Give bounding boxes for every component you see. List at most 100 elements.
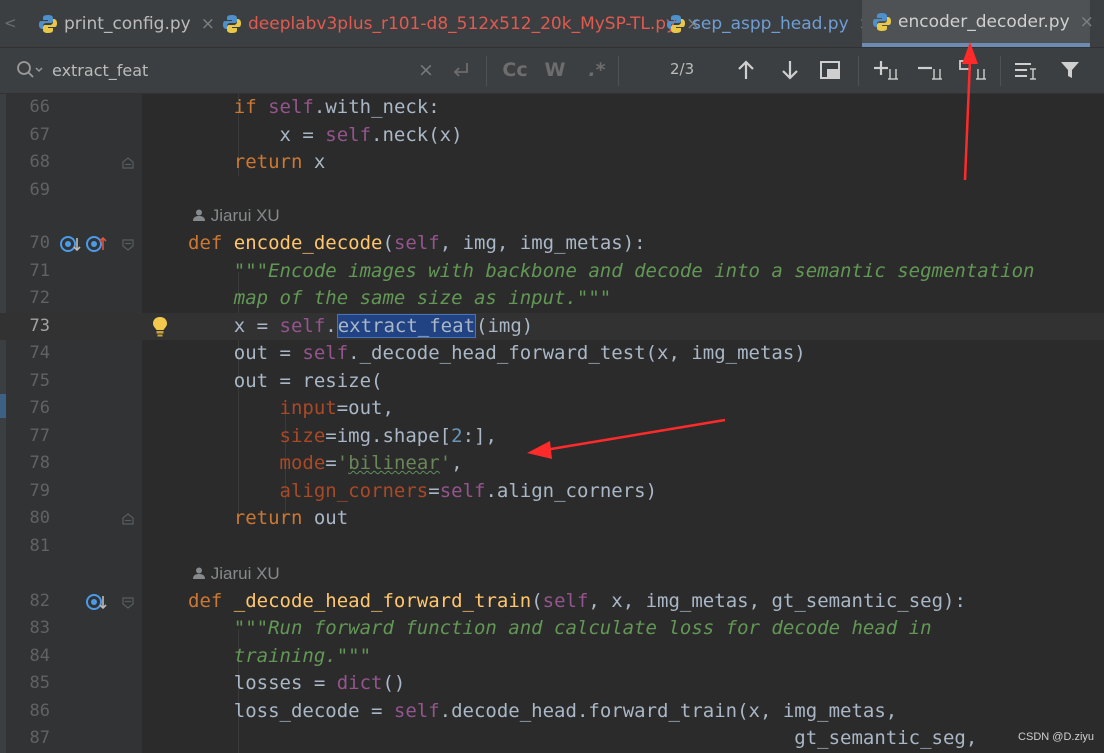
code-line-83: 83 """Run forward function and calculate… xyxy=(0,615,1104,643)
code-text: def encode_decode(self, img, img_metas): xyxy=(188,232,646,254)
line-number: 81 xyxy=(29,535,50,556)
code-text: out = resize( xyxy=(188,369,383,392)
close-tab-icon[interactable]: × xyxy=(201,14,215,34)
find-bar: × Cc W .* 2/3 xyxy=(0,48,1104,94)
line-number: 66 xyxy=(29,97,50,117)
match-count: 2/3 xyxy=(670,60,695,78)
code-line-80: 80 return out xyxy=(0,505,1104,533)
code-line-66: 66 if self.with_neck: xyxy=(0,94,1104,122)
code-line-78: 78 mode='bilinear', xyxy=(0,450,1104,478)
user-icon xyxy=(192,206,211,225)
search-field: × xyxy=(0,48,482,93)
code-text: return x xyxy=(233,151,326,173)
select-all-occurrences-icon[interactable] xyxy=(958,57,990,83)
previous-occurrence-icon[interactable] xyxy=(732,57,760,83)
line-number: 78 xyxy=(29,453,50,473)
code-text: x = self.extract_feat(img) xyxy=(188,313,534,338)
code-line-86: 86 loss_decode = self.decode_head.forwar… xyxy=(0,698,1104,726)
line-number: 73 xyxy=(29,315,50,336)
tab-label: encoder_decoder.py xyxy=(898,11,1070,32)
code-line-74: 74 out = self._decode_head_forward_test(… xyxy=(0,340,1104,368)
code-text: x = self.neck(x) xyxy=(188,123,463,146)
code-text: loss_decode = self.decode_head.forward_t… xyxy=(188,699,898,722)
code-text: def _decode_head_forward_train(self, x, … xyxy=(188,589,966,612)
code-line-82: 82 def _decode_head_forward_train(self, … xyxy=(0,588,1104,616)
line-number: 83 xyxy=(29,618,50,638)
code-text: return out xyxy=(233,507,349,529)
line-number: 75 xyxy=(29,370,50,391)
fold-end-icon[interactable] xyxy=(121,511,135,525)
line-number: 84 xyxy=(29,645,50,666)
tab-encoder-decoder[interactable]: encoder_decoder.py × xyxy=(862,0,1094,47)
tab-label: print_config.py xyxy=(64,13,191,34)
code-line-71: 71 """Encode images with backbone and de… xyxy=(0,258,1104,286)
code-text: if self.with_neck: xyxy=(233,96,440,118)
close-tab-icon[interactable]: × xyxy=(1080,12,1094,32)
code-text: out = self._decode_head_forward_test(x, … xyxy=(188,342,806,364)
fold-start-icon[interactable] xyxy=(121,237,135,251)
tab-label: deeplabv3plus_r101-d8_512x512_20k_MySP-T… xyxy=(248,13,677,34)
line-number: 76 xyxy=(29,398,50,418)
line-number: 82 xyxy=(29,590,50,611)
fold-end-icon[interactable] xyxy=(121,155,135,169)
line-number: 85 xyxy=(29,673,50,693)
divider xyxy=(858,56,859,86)
line-number: 80 xyxy=(29,508,50,528)
code-line-79: 79 align_corners=self.align_corners) xyxy=(0,478,1104,506)
python-file-icon xyxy=(872,12,892,32)
divider xyxy=(1000,56,1001,86)
code-editor[interactable]: 66 if self.with_neck: 67 x = self.neck(x… xyxy=(0,94,1104,753)
line-number: 74 xyxy=(29,343,50,363)
divider xyxy=(618,56,619,86)
match-case-toggle[interactable]: Cc xyxy=(500,57,530,83)
clear-search-icon[interactable]: × xyxy=(416,57,436,83)
code-line-75: 75 out = resize( xyxy=(0,368,1104,396)
implemented-method-down-icon[interactable] xyxy=(60,234,82,258)
overrides-method-up-icon[interactable] xyxy=(86,234,108,258)
lightbulb-icon[interactable] xyxy=(150,315,170,343)
scroll-tabs-left-icon[interactable]: < xyxy=(4,14,17,32)
filter-lines-icon[interactable] xyxy=(1012,57,1042,83)
tab-deeplabv3plus-config[interactable]: deeplabv3plus_r101-d8_512x512_20k_MySP-T… xyxy=(222,0,700,47)
regex-toggle[interactable]: .* xyxy=(584,57,610,83)
code-author-annotation[interactable]: Jiarui XU xyxy=(192,560,280,588)
line-number: 86 xyxy=(29,700,50,721)
code-text: gt_semantic_seg, xyxy=(188,727,978,749)
user-icon xyxy=(192,564,211,583)
code-text: """Encode images with backbone and decod… xyxy=(188,259,1035,282)
search-input[interactable] xyxy=(52,59,402,81)
line-number: 72 xyxy=(29,288,50,308)
line-number: 87 xyxy=(29,728,50,748)
tab-sep-aspp-head[interactable]: sep_aspp_head.py × xyxy=(666,0,873,47)
code-text: align_corners=self.align_corners) xyxy=(279,479,658,502)
add-occurrence-icon[interactable] xyxy=(872,57,902,83)
whole-words-toggle[interactable]: W xyxy=(542,57,568,83)
line-number: 77 xyxy=(29,425,50,446)
code-text: training.""" xyxy=(188,644,372,667)
filter-icon[interactable] xyxy=(1056,57,1084,83)
code-line-67: 67 x = self.neck(x) xyxy=(0,122,1104,150)
code-line-73: 73 x = self.extract_feat(img) xyxy=(0,312,1104,343)
fold-start-icon[interactable] xyxy=(121,595,135,609)
code-text: """Run forward function and calculate lo… xyxy=(188,617,932,639)
search-icon[interactable] xyxy=(16,60,44,84)
line-number: 79 xyxy=(29,480,50,501)
code-text: map of the same size as input.""" xyxy=(188,287,612,309)
remove-occurrence-icon[interactable] xyxy=(916,57,946,83)
line-number: 70 xyxy=(29,233,50,253)
history-enter-icon[interactable] xyxy=(450,57,472,83)
code-line-70: 70 def encode_decode(self, img, img_meta… xyxy=(0,230,1104,258)
line-number: 69 xyxy=(29,179,50,200)
implemented-method-down-icon[interactable] xyxy=(86,592,108,616)
code-author-annotation[interactable]: Jiarui XU xyxy=(192,202,280,230)
next-occurrence-icon[interactable] xyxy=(776,57,804,83)
open-in-find-window-icon[interactable] xyxy=(816,57,844,83)
line-number: 68 xyxy=(29,152,50,172)
search-match-highlight: extract_feat xyxy=(336,313,477,338)
code-text: mode='bilinear', xyxy=(279,452,463,474)
python-file-icon xyxy=(666,14,686,34)
code-line-85: 85 losses = dict() xyxy=(0,670,1104,698)
code-line-77: 77 size=img.shape[2:], xyxy=(0,423,1104,451)
tab-print-config[interactable]: print_config.py × xyxy=(38,0,215,47)
code-text: losses = dict() xyxy=(188,672,406,694)
